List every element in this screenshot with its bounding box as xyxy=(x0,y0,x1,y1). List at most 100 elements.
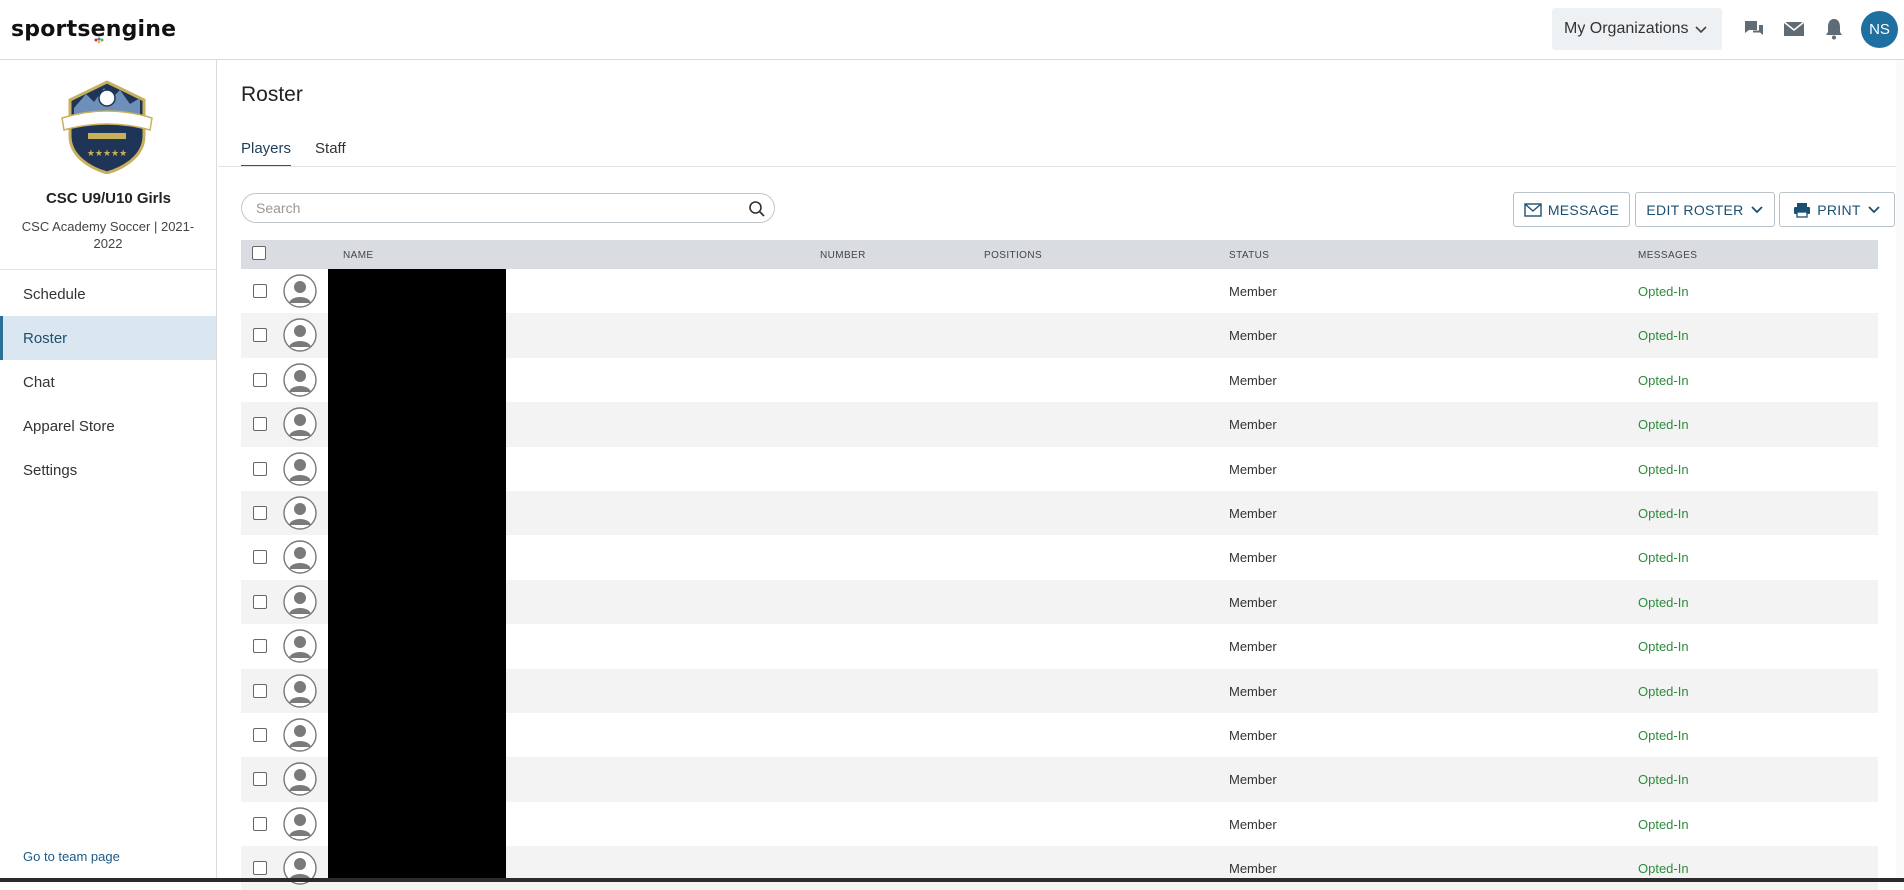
person-placeholder-icon[interactable] xyxy=(283,496,317,530)
status-cell: Member xyxy=(1229,505,1277,521)
sidebar-item-schedule[interactable]: Schedule xyxy=(0,272,216,316)
person-placeholder-icon[interactable] xyxy=(283,318,317,353)
row-checkbox[interactable] xyxy=(253,816,267,831)
my-organizations-dropdown[interactable]: My Organizations xyxy=(1552,8,1722,50)
edit-roster-label: EDIT ROSTER xyxy=(1646,201,1744,218)
message-button-label: MESSAGE xyxy=(1547,201,1620,218)
sportsengine-logo[interactable]: sportsengine xyxy=(11,14,176,44)
table-header: NAME NUMBER POSITIONS STATUS MESSAGES xyxy=(241,240,1878,269)
org-button-label: My Organizations xyxy=(1564,20,1689,37)
status-cell: Member xyxy=(1229,284,1277,299)
search-input[interactable] xyxy=(256,199,736,217)
edit-roster-dropdown[interactable]: EDIT ROSTER xyxy=(1635,192,1775,227)
go-to-team-page-link[interactable]: Go to team page xyxy=(23,849,120,864)
sidebar-item-chat[interactable]: Chat xyxy=(0,360,216,404)
row-checkbox[interactable] xyxy=(253,772,267,787)
person-placeholder-icon[interactable] xyxy=(283,585,317,619)
person-placeholder-icon[interactable] xyxy=(283,451,317,486)
person-placeholder-icon[interactable] xyxy=(283,806,317,841)
scrollbar[interactable] xyxy=(1896,60,1904,882)
messages-cell: Opted-In xyxy=(1638,727,1689,743)
row-checkbox[interactable] xyxy=(253,727,267,742)
row-checkbox[interactable] xyxy=(253,639,267,654)
status-cell: Member xyxy=(1229,417,1277,433)
sidebar-item-apparel-store[interactable]: Apparel Store xyxy=(0,404,216,448)
print-button-label: PRINT xyxy=(1817,201,1861,218)
person-placeholder-icon[interactable] xyxy=(283,762,317,796)
search-icon[interactable] xyxy=(748,200,766,218)
column-header-positions[interactable]: POSITIONS xyxy=(984,250,1042,261)
messages-cell: Opted-In xyxy=(1638,372,1689,388)
person-placeholder-icon[interactable] xyxy=(283,274,317,308)
messages-cell: Opted-In xyxy=(1638,328,1689,344)
person-placeholder-icon[interactable] xyxy=(283,540,317,575)
tabs-divider xyxy=(218,166,1904,167)
envelope-icon[interactable] xyxy=(1782,17,1806,41)
print-dropdown[interactable]: PRINT xyxy=(1779,192,1895,227)
bell-icon[interactable] xyxy=(1822,17,1846,41)
redacted-names xyxy=(328,269,506,882)
row-checkbox[interactable] xyxy=(253,328,267,343)
person-placeholder-icon[interactable] xyxy=(283,673,317,708)
chevron-down-icon xyxy=(1750,205,1763,213)
messages-cell: Opted-In xyxy=(1638,505,1689,521)
status-cell: Member xyxy=(1229,727,1277,743)
person-placeholder-icon[interactable] xyxy=(283,718,317,752)
messages-cell: Opted-In xyxy=(1638,861,1689,877)
tab-staff[interactable]: Staff xyxy=(315,140,346,167)
person-placeholder-icon[interactable] xyxy=(283,407,317,441)
roster-tabs: Players Staff xyxy=(241,140,346,167)
status-cell: Member xyxy=(1229,372,1277,388)
status-cell: Member xyxy=(1229,683,1277,699)
select-all-checkbox[interactable] xyxy=(252,246,266,260)
row-checkbox[interactable] xyxy=(253,594,267,609)
printer-icon xyxy=(1794,202,1811,218)
column-header-messages[interactable]: MESSAGES xyxy=(1638,250,1697,261)
messages-cell: Opted-In xyxy=(1638,639,1689,655)
messages-cell: Opted-In xyxy=(1638,594,1689,610)
search-box xyxy=(241,193,775,223)
page-title: Roster xyxy=(241,83,303,106)
column-header-number[interactable]: NUMBER xyxy=(820,250,866,261)
status-cell: Member xyxy=(1229,461,1277,477)
row-checkbox[interactable] xyxy=(253,284,267,298)
messages-cell: Opted-In xyxy=(1638,816,1689,832)
status-cell: Member xyxy=(1229,550,1277,566)
row-checkbox[interactable] xyxy=(253,461,267,476)
person-placeholder-icon[interactable] xyxy=(283,363,317,397)
column-header-name[interactable]: NAME xyxy=(343,250,374,261)
status-cell: Member xyxy=(1229,816,1277,832)
message-button[interactable]: MESSAGE xyxy=(1513,192,1630,227)
chevron-down-icon xyxy=(1695,26,1707,34)
window-bottom-edge xyxy=(0,878,1904,882)
top-bar: sportsengine My Organizations NS xyxy=(0,0,1904,60)
status-cell: Member xyxy=(1229,861,1277,877)
sidebar-item-settings[interactable]: Settings xyxy=(0,448,216,492)
status-cell: Member xyxy=(1229,772,1277,788)
sidebar: ★★★★★ CSC U9/U10 Girls CSC Academy Socce… xyxy=(0,60,217,882)
messages-cell: Opted-In xyxy=(1638,772,1689,788)
svg-text:★★★★★: ★★★★★ xyxy=(87,149,127,159)
status-cell: Member xyxy=(1229,639,1277,655)
row-checkbox[interactable] xyxy=(253,372,267,387)
sidebar-nav: Schedule Roster Chat Apparel Store Setti… xyxy=(0,272,216,492)
person-placeholder-icon[interactable] xyxy=(283,629,317,663)
sidebar-item-roster[interactable]: Roster xyxy=(0,316,216,360)
chevron-down-icon xyxy=(1868,205,1880,213)
status-cell: Member xyxy=(1229,594,1277,610)
row-checkbox[interactable] xyxy=(253,861,267,876)
user-avatar[interactable]: NS xyxy=(1861,11,1898,48)
row-checkbox[interactable] xyxy=(253,550,267,565)
column-header-status[interactable]: STATUS xyxy=(1229,250,1269,261)
row-checkbox[interactable] xyxy=(253,417,267,432)
peacock-icon xyxy=(94,37,104,44)
messages-cell: Opted-In xyxy=(1638,550,1689,566)
messages-cell: Opted-In xyxy=(1638,461,1689,477)
team-crest-logo: ★★★★★ xyxy=(61,80,153,174)
sidebar-divider xyxy=(0,269,216,270)
tab-players[interactable]: Players xyxy=(241,140,292,167)
chat-bubbles-icon[interactable] xyxy=(1742,17,1766,41)
row-checkbox[interactable] xyxy=(253,683,267,698)
status-cell: Member xyxy=(1229,328,1277,344)
row-checkbox[interactable] xyxy=(253,505,267,520)
